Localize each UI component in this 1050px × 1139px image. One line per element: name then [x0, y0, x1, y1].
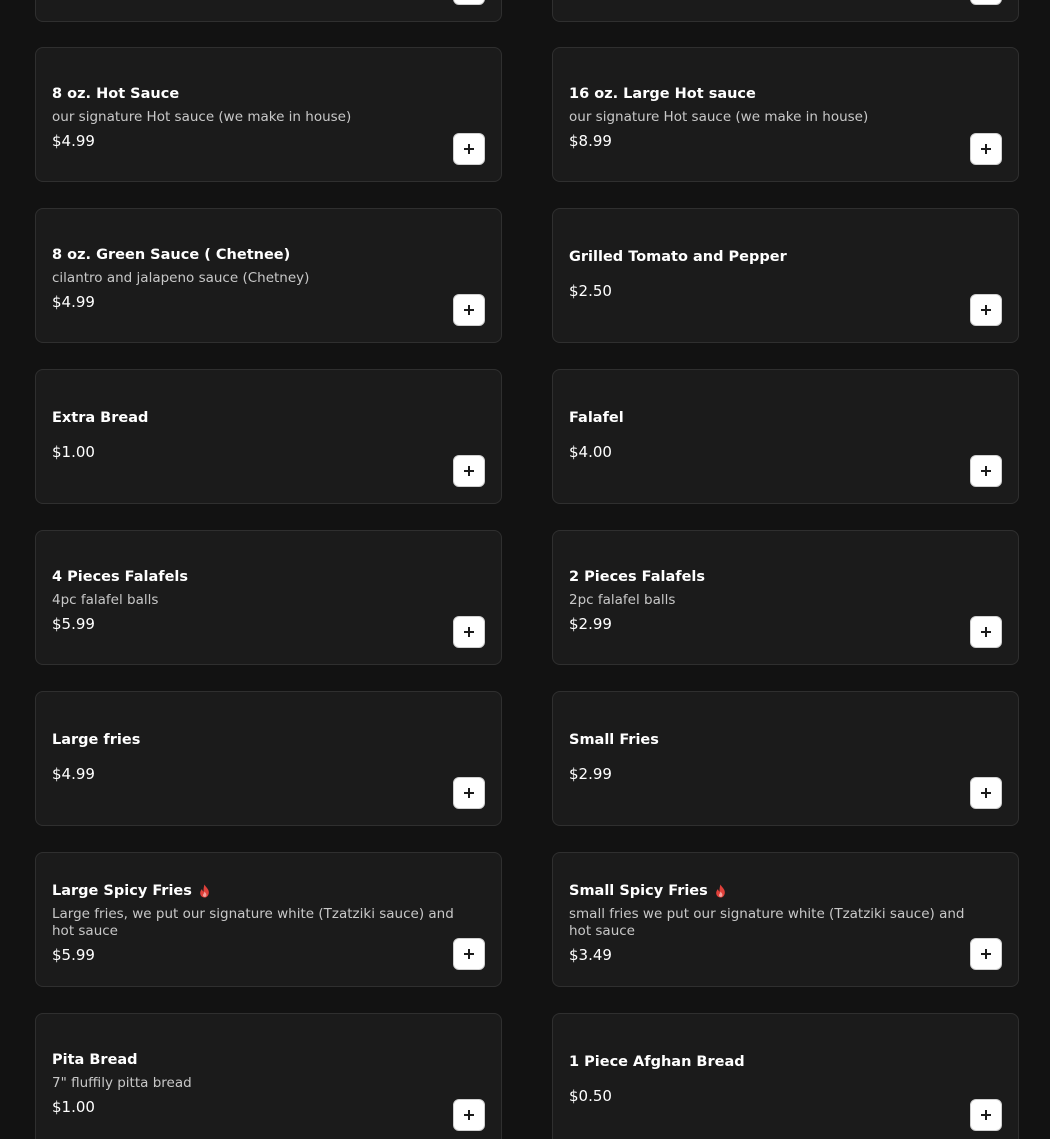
- menu-item-price: $2.50: [569, 281, 612, 300]
- menu-item-card[interactable]: 2 Pieces Falafels 2pc falafel balls $2.9…: [552, 530, 1019, 665]
- menu-item-name: Pita Bread: [52, 1052, 138, 1068]
- plus-icon: [981, 305, 991, 315]
- menu-item-name: 8 oz. Hot Sauce: [52, 86, 180, 102]
- menu-item-price: $4.00: [569, 442, 612, 461]
- menu-item-card[interactable]: 4 Pieces Falafels 4pc falafel balls $5.9…: [35, 530, 502, 665]
- add-to-cart-button[interactable]: [453, 777, 485, 809]
- add-to-cart-button[interactable]: [970, 938, 1002, 970]
- add-to-cart-button[interactable]: [453, 938, 485, 970]
- plus-icon: [464, 305, 474, 315]
- menu-item-description: 4pc falafel balls: [52, 592, 159, 608]
- plus-icon: [981, 1110, 991, 1120]
- menu-item-price: $5.99: [52, 945, 95, 964]
- plus-icon: [464, 788, 474, 798]
- menu-item-card[interactable]: 1 Piece Afghan Bread $0.50: [552, 1013, 1019, 1139]
- menu-item-description: Large fries, we put our signature white …: [52, 905, 454, 939]
- menu-item-name: Small Fries: [569, 731, 659, 748]
- menu-item-price: $4.99: [52, 132, 95, 150]
- plus-icon: [981, 627, 991, 637]
- menu-item-price: $2.99: [569, 615, 612, 633]
- menu-item-name: Large fries: [52, 731, 141, 748]
- menu-item-price: $4.99: [52, 764, 95, 783]
- plus-icon: [464, 1110, 474, 1120]
- menu-item-description: small fries we put our signature white (…: [569, 905, 965, 939]
- menu-item-name: 2 Pieces Falafels: [569, 569, 706, 585]
- plus-icon: [464, 144, 474, 154]
- flame-icon: [715, 884, 725, 897]
- add-to-cart-button[interactable]: [970, 133, 1002, 165]
- menu-item-name: Large Spicy Fries: [52, 881, 461, 901]
- menu-item-description: our signature Hot sauce (we make in hous…: [52, 109, 352, 125]
- menu-item-description: 7" fluffily pitta bread: [52, 1075, 192, 1091]
- menu-item-card[interactable]: [552, 0, 1019, 22]
- menu-item-name: 1 Piece Afghan Bread: [569, 1053, 745, 1070]
- plus-icon: [981, 144, 991, 154]
- add-to-cart-button[interactable]: [453, 133, 485, 165]
- add-to-cart-button[interactable]: [970, 616, 1002, 648]
- menu-item-name: Extra Bread: [52, 409, 149, 426]
- menu-item-description: our signature Hot sauce (we make in hous…: [569, 109, 869, 125]
- menu-item-name: Falafel: [569, 409, 624, 426]
- menu-item-card[interactable]: Pita Bread 7" fluffily pitta bread $1.00: [35, 1013, 502, 1139]
- menu-item-name: Grilled Tomato and Pepper: [569, 248, 787, 265]
- menu-item-name: Small Spicy Fries: [569, 881, 978, 901]
- menu-item-price: $2.99: [569, 764, 612, 783]
- plus-icon: [981, 466, 991, 476]
- plus-icon: [981, 949, 991, 959]
- menu-item-card[interactable]: Small Spicy Fries small fries we put our…: [552, 852, 1019, 987]
- menu-item-name: 16 oz. Large Hot sauce: [569, 86, 756, 102]
- add-to-cart-button[interactable]: [453, 294, 485, 326]
- menu-item-card[interactable]: Large Spicy Fries Large fries, we put ou…: [35, 852, 502, 987]
- menu-item-description: 2pc falafel balls: [569, 592, 676, 608]
- plus-icon: [464, 949, 474, 959]
- menu-item-name: 8 oz. Green Sauce ( Chetnee): [52, 247, 291, 263]
- menu-item-name: 4 Pieces Falafels: [52, 569, 189, 585]
- add-to-cart-button[interactable]: [970, 294, 1002, 326]
- menu-item-description: cilantro and jalapeno sauce (Chetney): [52, 270, 310, 286]
- add-to-cart-button[interactable]: [970, 777, 1002, 809]
- add-to-cart-button[interactable]: [453, 0, 485, 5]
- add-to-cart-button[interactable]: [453, 455, 485, 487]
- add-to-cart-button[interactable]: [453, 1099, 485, 1131]
- add-to-cart-button[interactable]: [970, 1099, 1002, 1131]
- menu-item-card[interactable]: Falafel $4.00: [552, 369, 1019, 504]
- menu-item-card[interactable]: Small Fries $2.99: [552, 691, 1019, 826]
- menu-item-card[interactable]: Extra Bread $1.00: [35, 369, 502, 504]
- menu-item-card[interactable]: Large fries $4.99: [35, 691, 502, 826]
- plus-icon: [464, 466, 474, 476]
- menu-item-price: $3.49: [569, 945, 612, 964]
- menu-item-price: $5.99: [52, 615, 95, 633]
- menu-item-card[interactable]: 8 oz. Hot Sauce our signature Hot sauce …: [35, 47, 502, 182]
- plus-icon: [464, 627, 474, 637]
- menu-item-card[interactable]: 8 oz. Green Sauce ( Chetnee) cilantro an…: [35, 208, 502, 343]
- menu-item-price: $4.99: [52, 293, 95, 311]
- flame-icon: [200, 884, 209, 897]
- menu-item-price: $8.99: [569, 132, 612, 150]
- menu-item-card[interactable]: 16 oz. Large Hot sauce our signature Hot…: [552, 47, 1019, 182]
- plus-icon: [981, 788, 991, 798]
- add-to-cart-button[interactable]: [970, 455, 1002, 487]
- add-to-cart-button[interactable]: [453, 616, 485, 648]
- menu-item-card[interactable]: [35, 0, 502, 22]
- menu-item-card[interactable]: Grilled Tomato and Pepper $2.50: [552, 208, 1019, 343]
- menu-item-price: $1.00: [52, 1098, 95, 1116]
- menu-item-price: $1.00: [52, 442, 95, 461]
- add-to-cart-button[interactable]: [970, 0, 1002, 5]
- menu-item-price: $0.50: [569, 1086, 612, 1105]
